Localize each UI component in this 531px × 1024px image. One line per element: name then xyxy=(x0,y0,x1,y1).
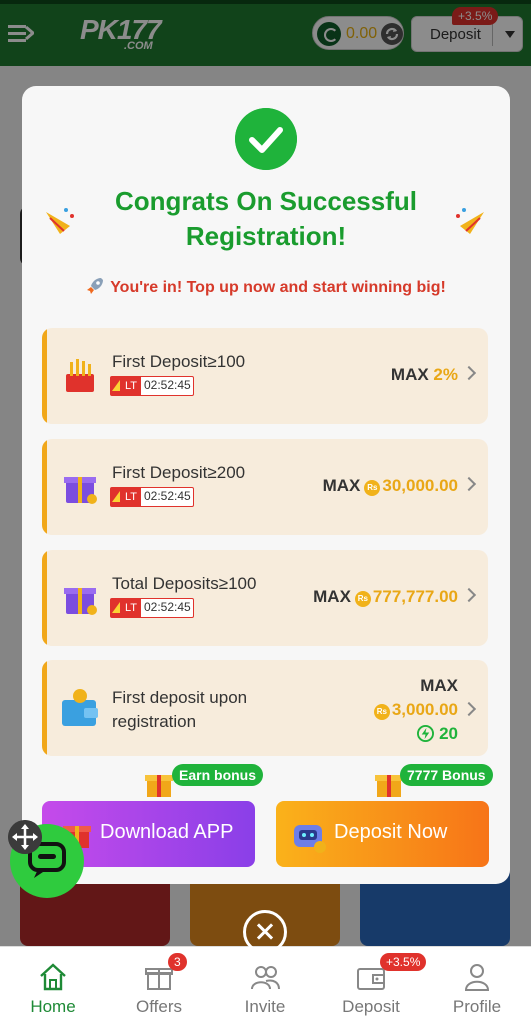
limited-time-tag: LT 02:52:45 xyxy=(110,487,194,507)
max-value: 3,000.00 xyxy=(391,700,458,719)
card-accent-bar xyxy=(42,439,47,535)
party-popper-icon xyxy=(456,208,484,234)
bonus-title: Total Deposits≥100 xyxy=(112,574,257,593)
max-value: 30,000.00 xyxy=(382,476,458,495)
countdown-timer: 02:52:45 xyxy=(144,489,191,503)
bonus-title: First Deposit≥200 xyxy=(112,463,246,482)
drag-move-icon[interactable] xyxy=(8,820,42,854)
chevron-right-icon xyxy=(461,701,477,717)
home-icon xyxy=(40,963,66,991)
people-icon xyxy=(251,966,280,990)
max-bonus-label: MAX xyxy=(420,676,458,695)
max-bonus: MAX 2% xyxy=(391,365,458,385)
modal-subtitle-text: You're in! Top up now and start winning … xyxy=(110,279,446,296)
deposit-now-button[interactable]: Deposit Now xyxy=(276,801,489,867)
nav-profile[interactable]: Profile xyxy=(424,947,530,1024)
download-app-label: Download APP xyxy=(100,821,234,843)
rupee-coin-icon: Rs xyxy=(373,704,390,720)
bonus-extra: 20 xyxy=(417,724,458,744)
nav-label: Home xyxy=(30,997,76,1016)
nav-label: Profile xyxy=(452,997,502,1016)
max-value: 777,777.00 xyxy=(372,587,458,606)
deposit-bonus-badge: +3.5% xyxy=(380,953,427,971)
nav-home[interactable]: Home xyxy=(0,947,106,1024)
chevron-right-icon xyxy=(461,587,477,603)
modal-subtitle: You're in! Top up now and start winning … xyxy=(22,277,510,297)
limited-time-tag: LT 02:52:45 xyxy=(110,598,194,618)
party-popper-icon xyxy=(46,208,74,234)
wallet-coin-icon xyxy=(62,689,98,726)
extra-value: 20 xyxy=(439,724,458,743)
nav-deposit[interactable]: +3.5% Deposit xyxy=(318,947,427,1024)
countdown-timer: 02:52:45 xyxy=(144,600,191,614)
bottom-navigation: Home 3 Offers Invite +3.5% Deposit Profi… xyxy=(0,946,531,1024)
nav-invite[interactable]: Invite xyxy=(212,947,318,1024)
countdown-timer: 02:52:45 xyxy=(144,378,191,392)
bonus-total-deposits-100[interactable]: Total Deposits≥100 LT 02:52:45 MAX Rs 777,… xyxy=(42,550,488,646)
bonus-first-deposit-200[interactable]: First Deposit≥200 LT 02:52:45 MAX Rs 30,00… xyxy=(42,439,488,535)
bonus-registration-first-deposit[interactable]: First deposit upon registration MAX Rs 3,… xyxy=(42,660,488,756)
max-bonus: MAX Rs 30,000.00 xyxy=(323,476,458,496)
gift-icon xyxy=(145,775,173,797)
chevron-right-icon xyxy=(461,476,477,492)
card-accent-bar xyxy=(42,328,47,424)
rocket-icon xyxy=(87,278,104,294)
deposit-now-label: Deposit Now xyxy=(334,821,448,843)
lt-label: LT xyxy=(111,488,141,506)
limited-time-tag: LT 02:52:45 xyxy=(110,376,194,396)
rupee-coin-icon: Rs xyxy=(364,480,381,496)
nav-label: Invite xyxy=(244,997,286,1016)
max-label: MAX xyxy=(390,365,429,384)
bonus-7777-badge: 7777 Bonus xyxy=(400,764,493,786)
earn-bonus-badge: Earn bonus xyxy=(172,764,264,786)
max-value: 2% xyxy=(433,365,458,384)
gift-box-icon xyxy=(64,588,97,615)
chevron-right-icon xyxy=(461,365,477,381)
check-icon xyxy=(235,108,297,170)
lt-label: LT xyxy=(111,377,141,395)
nav-offers[interactable]: 3 Offers xyxy=(106,947,212,1024)
bonus-first-deposit-100[interactable]: First Deposit≥100 LT 02:52:45 MAX 2% xyxy=(42,328,488,424)
max-label: MAX xyxy=(313,587,351,606)
bonus-title: First Deposit≥100 xyxy=(112,352,246,371)
profile-icon xyxy=(464,964,490,991)
close-modal-button[interactable] xyxy=(243,910,287,954)
rupee-coin-icon: Rs xyxy=(354,591,371,607)
card-accent-bar xyxy=(42,550,47,646)
max-bonus: MAX Rs 777,777.00 xyxy=(313,587,458,607)
lightning-icon xyxy=(417,725,435,742)
robot-icon xyxy=(294,825,326,853)
max-bonus: Rs 3,000.00 xyxy=(370,700,458,720)
registration-success-modal: Congrats On Successful Registration! You… xyxy=(22,86,510,884)
bonus-title: First deposit upon registration xyxy=(112,688,248,731)
nav-label: Offers xyxy=(136,997,182,1016)
nav-label: Deposit xyxy=(342,997,400,1016)
lt-label: LT xyxy=(111,599,141,617)
max-label: MAX xyxy=(322,476,361,495)
gift-box-icon xyxy=(64,477,97,504)
modal-title: Congrats On Successful Registration! xyxy=(115,186,417,251)
card-accent-bar xyxy=(42,660,47,756)
fries-gift-icon xyxy=(66,359,94,392)
offers-count-badge: 3 xyxy=(168,953,187,971)
